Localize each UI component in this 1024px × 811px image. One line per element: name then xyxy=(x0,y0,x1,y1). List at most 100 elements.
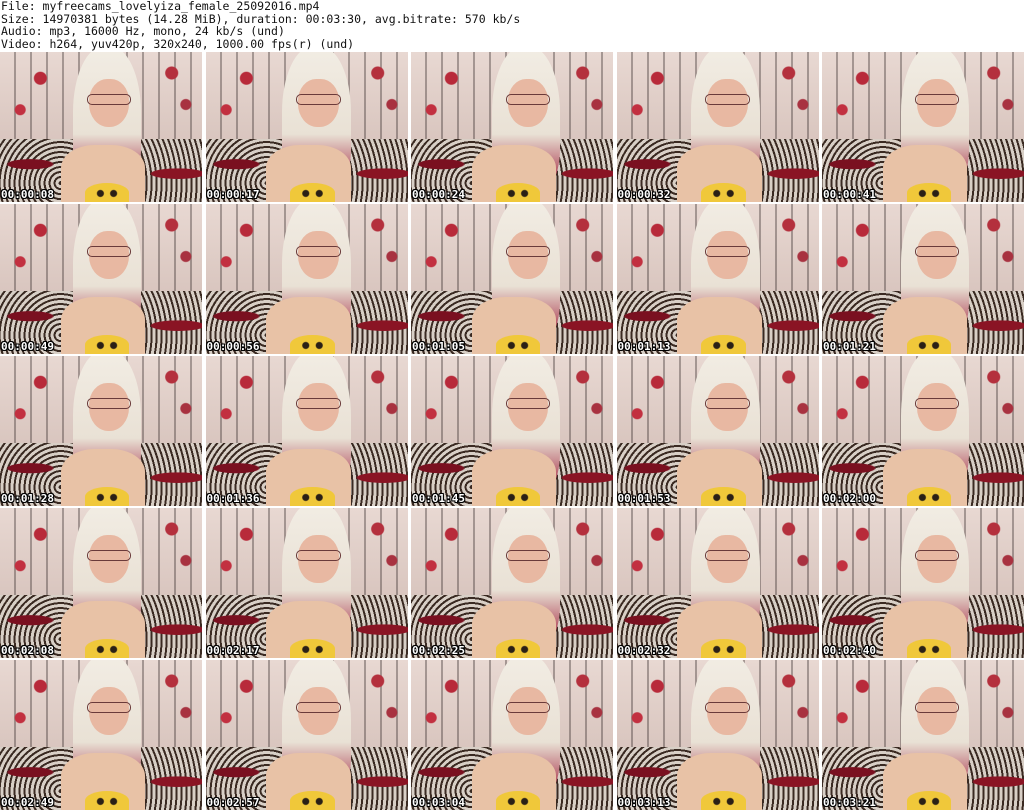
thumbnail-frame-print xyxy=(290,334,335,354)
thumbnail-frame-glasses xyxy=(505,550,551,561)
video-thumbnail[interactable]: 00:00:08 xyxy=(0,52,202,202)
video-thumbnail[interactable]: 00:01:13 xyxy=(616,204,819,354)
thumbnail-timestamp: 00:01:53 xyxy=(617,492,671,505)
video-thumbnail[interactable]: 00:01:36 xyxy=(205,356,408,506)
thumbnail-frame-print xyxy=(290,790,335,810)
thumbnail-frame-print xyxy=(495,486,541,506)
thumbnail-timestamp: 00:02:08 xyxy=(1,644,54,657)
thumbnail-frame-print xyxy=(290,486,335,506)
thumbnail-frame-print xyxy=(701,638,746,658)
thumbnail-frame-glasses xyxy=(296,550,341,561)
video-thumbnail[interactable]: 00:02:57 xyxy=(205,660,408,810)
thumbnail-frame-glasses xyxy=(86,702,132,713)
thumbnail-grid: 00:00:08 00:00:17 00:00:24 00:00:32 00:00:41… xyxy=(0,52,1024,810)
thumbnail-frame-print xyxy=(84,486,130,506)
thumbnail-frame-glasses xyxy=(86,550,132,561)
thumbnail-timestamp: 00:00:32 xyxy=(617,188,671,201)
thumbnail-timestamp: 00:00:49 xyxy=(1,340,54,353)
thumbnail-frame-print xyxy=(84,334,130,354)
thumbnail-timestamp: 00:02:00 xyxy=(823,492,876,505)
thumbnail-frame-glasses xyxy=(914,550,960,561)
thumbnail-frame-glasses xyxy=(705,398,750,409)
thumbnail-frame-print xyxy=(84,790,130,810)
thumbnail-timestamp: 00:00:41 xyxy=(823,188,876,201)
thumbnail-frame-glasses xyxy=(505,94,551,105)
thumbnail-timestamp: 00:01:28 xyxy=(1,492,54,505)
thumbnail-timestamp: 00:00:56 xyxy=(206,340,260,353)
thumbnail-frame-print xyxy=(84,638,130,658)
thumbnail-frame-glasses xyxy=(86,94,132,105)
thumbnail-frame-print xyxy=(701,790,746,810)
video-thumbnail[interactable]: 00:01:45 xyxy=(411,356,613,506)
video-thumbnail[interactable]: 00:02:32 xyxy=(616,508,819,658)
thumbnail-frame-print xyxy=(495,182,541,202)
video-thumbnail[interactable]: 00:00:17 xyxy=(205,52,408,202)
video-thumbnail[interactable]: 00:02:49 xyxy=(0,660,202,810)
thumbnail-timestamp: 00:01:21 xyxy=(823,340,876,353)
video-thumbnail[interactable]: 00:01:05 xyxy=(411,204,613,354)
thumbnail-frame-glasses xyxy=(505,246,551,257)
thumbnail-frame-glasses xyxy=(86,246,132,257)
thumbnail-timestamp: 00:02:57 xyxy=(206,796,260,809)
video-thumbnail[interactable]: 00:01:53 xyxy=(616,356,819,506)
thumbnail-frame-glasses xyxy=(914,246,960,257)
thumbnail-frame-glasses xyxy=(86,398,132,409)
thumbnail-frame-print xyxy=(84,182,130,202)
thumbnail-frame-print xyxy=(290,638,335,658)
thumbnail-frame-print xyxy=(701,182,746,202)
thumbnail-frame-print xyxy=(906,334,952,354)
thumbnail-timestamp: 00:02:25 xyxy=(412,644,465,657)
thumbnail-timestamp: 00:02:49 xyxy=(1,796,54,809)
thumbnail-frame-glasses xyxy=(505,398,551,409)
thumbnail-frame-print xyxy=(906,182,952,202)
video-thumbnail[interactable]: 00:02:00 xyxy=(822,356,1024,506)
thumbnail-frame-glasses xyxy=(705,550,750,561)
thumbnail-timestamp: 00:00:08 xyxy=(1,188,54,201)
thumbnail-timestamp: 00:00:24 xyxy=(412,188,465,201)
video-thumbnail[interactable]: 00:01:28 xyxy=(0,356,202,506)
video-thumbnail[interactable]: 00:00:56 xyxy=(205,204,408,354)
video-thumbnail[interactable]: 00:02:40 xyxy=(822,508,1024,658)
file-name-line: File: myfreecams_lovelyiza_female_250920… xyxy=(1,0,320,13)
thumbnail-frame-glasses xyxy=(705,246,750,257)
video-thumbnail[interactable]: 00:00:49 xyxy=(0,204,202,354)
thumbnail-frame-glasses xyxy=(296,702,341,713)
thumbnail-frame-print xyxy=(906,486,952,506)
thumbnail-frame-print xyxy=(495,334,541,354)
thumbnail-frame-print xyxy=(906,638,952,658)
thumbnail-frame-glasses xyxy=(296,398,341,409)
thumbnail-frame-print xyxy=(701,486,746,506)
thumbnail-timestamp: 00:02:32 xyxy=(617,644,671,657)
thumbnail-frame-print xyxy=(701,334,746,354)
audio-info-line: Audio: mp3, 16000 Hz, mono, 24 kb/s (und… xyxy=(1,24,285,38)
thumbnail-frame-glasses xyxy=(914,94,960,105)
thumbnail-frame-glasses xyxy=(505,702,551,713)
thumbnail-timestamp: 00:01:05 xyxy=(412,340,465,353)
thumbnail-frame-glasses xyxy=(705,702,750,713)
thumbnail-timestamp: 00:01:36 xyxy=(206,492,260,505)
thumbnail-timestamp: 00:03:04 xyxy=(412,796,465,809)
video-info-line: Video: h264, yuv420p, 320x240, 1000.00 f… xyxy=(1,36,355,51)
video-thumbnail[interactable]: 00:02:08 xyxy=(0,508,202,658)
thumbnail-frame-glasses xyxy=(914,702,960,713)
video-thumbnail[interactable]: 00:03:21 xyxy=(822,660,1024,810)
video-thumbnail[interactable]: 00:01:21 xyxy=(822,204,1024,354)
thumbnail-frame-glasses xyxy=(296,246,341,257)
video-thumbnail[interactable]: 00:00:41 xyxy=(822,52,1024,202)
video-thumbnail[interactable]: 00:03:13 xyxy=(616,660,819,810)
thumbnail-timestamp: 00:03:13 xyxy=(617,796,671,809)
thumbnail-frame-print xyxy=(495,790,541,810)
file-info-header: File: myfreecams_lovelyiza_female_250920… xyxy=(0,0,1024,52)
thumbnail-frame-glasses xyxy=(705,94,750,105)
video-thumbnail[interactable]: 00:00:32 xyxy=(616,52,819,202)
video-thumbnail[interactable]: 00:03:04 xyxy=(411,660,613,810)
thumbnail-frame-glasses xyxy=(296,94,341,105)
thumbnail-frame-glasses xyxy=(914,398,960,409)
video-thumbnail[interactable]: 00:00:24 xyxy=(411,52,613,202)
thumbnail-frame-print xyxy=(906,790,952,810)
thumbnail-timestamp: 00:00:17 xyxy=(206,188,260,201)
video-thumbnail[interactable]: 00:02:17 xyxy=(205,508,408,658)
video-thumbnail[interactable]: 00:02:25 xyxy=(411,508,613,658)
thumbnail-timestamp: 00:01:45 xyxy=(412,492,465,505)
thumbnail-timestamp: 00:02:40 xyxy=(823,644,876,657)
